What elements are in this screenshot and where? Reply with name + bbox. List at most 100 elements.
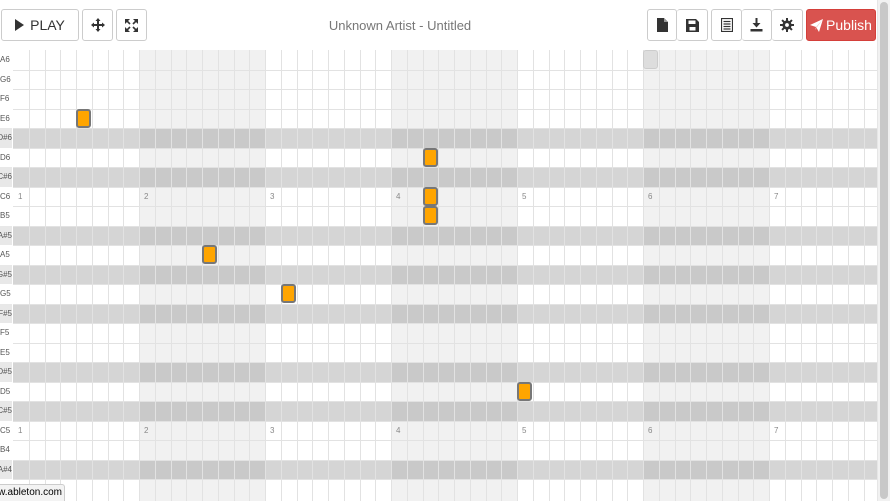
piano-key[interactable]: E6 — [0, 108, 12, 128]
row-gridline — [13, 479, 877, 480]
row-gridline — [13, 460, 877, 461]
step-gridline — [139, 50, 140, 501]
bar-number: 7 — [774, 425, 779, 435]
expand-icon — [125, 18, 138, 32]
step-gridline — [549, 50, 550, 501]
piano-key[interactable]: D5 — [0, 381, 12, 401]
step-gridline — [218, 50, 219, 501]
publish-label: Publish — [826, 17, 872, 33]
note-block[interactable] — [202, 245, 217, 264]
step-gridline — [832, 50, 833, 501]
step-gridline — [45, 50, 46, 501]
step-gridline — [580, 50, 581, 501]
bar-number: 5 — [522, 425, 527, 435]
row-gridline — [13, 128, 877, 129]
move-icon — [90, 18, 105, 32]
piano-key[interactable]: A5 — [0, 245, 12, 265]
note-block[interactable] — [517, 381, 532, 401]
step-gridline — [753, 50, 754, 501]
step-gridline — [816, 50, 817, 501]
ghost-note[interactable] — [643, 50, 658, 69]
piano-key[interactable]: A#5 — [0, 225, 12, 245]
row-gridline — [13, 245, 877, 246]
piano-key[interactable]: F#5 — [0, 303, 12, 323]
play-label: PLAY — [30, 17, 65, 33]
bar-number: 6 — [648, 191, 653, 201]
step-gridline — [643, 50, 644, 501]
step-gridline — [659, 50, 660, 501]
piano-key[interactable]: F5 — [0, 323, 12, 343]
status-bar-url: www.ableton.com — [0, 484, 65, 501]
play-button[interactable]: PLAY — [1, 9, 79, 41]
piano-key[interactable]: A#4 — [0, 459, 12, 479]
vertical-scrollbar[interactable] — [877, 0, 890, 501]
step-gridline — [328, 50, 329, 501]
bar-number: 2 — [144, 191, 149, 201]
note-block[interactable] — [280, 284, 296, 303]
bar-number: 4 — [396, 191, 401, 201]
piano-key[interactable]: D#5 — [0, 362, 12, 382]
piano-key[interactable]: D6 — [0, 147, 12, 167]
settings-button[interactable] — [772, 9, 803, 41]
step-gridline — [848, 50, 849, 501]
piano-key[interactable]: C#5 — [0, 401, 12, 421]
piano-key[interactable]: C6 — [0, 186, 12, 206]
bar-number: 5 — [522, 191, 527, 201]
step-gridline — [155, 50, 156, 501]
piano-key[interactable]: B4 — [0, 440, 12, 460]
sheet-music-button[interactable] — [711, 9, 742, 41]
bar-number: 3 — [270, 191, 275, 201]
note-block[interactable] — [422, 206, 438, 225]
piano-key[interactable]: B5 — [0, 206, 12, 226]
bar-number: 3 — [270, 425, 275, 435]
step-gridline — [675, 50, 676, 501]
piano-key[interactable]: G6 — [0, 69, 12, 89]
note-block[interactable] — [422, 186, 438, 206]
piano-key[interactable]: C#6 — [0, 167, 12, 187]
step-gridline — [375, 50, 376, 501]
step-gridline — [344, 50, 345, 501]
piano-key[interactable]: F6 — [0, 89, 12, 109]
note-block[interactable] — [76, 108, 91, 128]
piano-key[interactable]: G5 — [0, 284, 12, 304]
export-icon — [750, 18, 763, 32]
step-gridline — [517, 50, 518, 501]
save-button[interactable] — [677, 9, 708, 41]
step-gridline — [60, 50, 61, 501]
piano-key[interactable]: A6 — [0, 50, 12, 70]
fullscreen-button[interactable] — [116, 9, 147, 41]
play-icon — [15, 19, 25, 31]
step-gridline — [123, 50, 124, 501]
bar-number: 4 — [396, 425, 401, 435]
row-gridline — [13, 167, 877, 168]
row-gridline — [13, 265, 877, 266]
row-gridline — [13, 109, 877, 110]
step-gridline — [690, 50, 691, 501]
step-gridline — [423, 50, 424, 501]
step-gridline — [533, 50, 534, 501]
row-gridline — [13, 304, 877, 305]
step-gridline — [801, 50, 802, 501]
step-gridline — [738, 50, 739, 501]
row-gridline — [13, 284, 877, 285]
row-gridline — [13, 226, 877, 227]
export-button[interactable] — [742, 9, 772, 41]
row-gridline — [13, 187, 877, 188]
scrollbar-thumb[interactable] — [880, 2, 888, 499]
bar-number: 1 — [18, 425, 23, 435]
piano-key[interactable]: C5 — [0, 420, 12, 440]
step-gridline — [297, 50, 298, 501]
new-file-button[interactable] — [647, 9, 677, 41]
paper-plane-icon — [810, 18, 824, 32]
move-button[interactable] — [82, 9, 113, 41]
row-gridline — [13, 382, 877, 383]
step-gridline — [470, 50, 471, 501]
step-gridline — [706, 50, 707, 501]
publish-button[interactable]: Publish — [806, 9, 876, 41]
piano-key[interactable]: G#5 — [0, 264, 12, 284]
piano-roll-grid[interactable]: 1 2 3 4 5 6 7 1 2 3 4 5 6 7 — [13, 50, 877, 501]
step-gridline — [249, 50, 250, 501]
piano-key[interactable]: D#6 — [0, 128, 12, 148]
piano-key[interactable]: E5 — [0, 342, 12, 362]
note-block[interactable] — [422, 147, 438, 167]
